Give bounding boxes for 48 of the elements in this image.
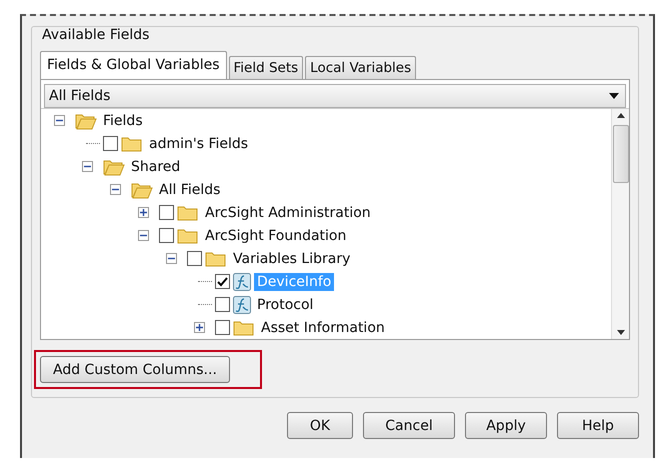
tree-item[interactable]: Asset Information xyxy=(258,318,388,336)
scrollbar[interactable] xyxy=(611,109,629,339)
group-title: Available Fields xyxy=(42,27,150,43)
tree-item[interactable]: All Fields xyxy=(156,180,224,198)
tree-checkbox[interactable] xyxy=(187,251,202,266)
function-icon xyxy=(233,296,251,314)
scrollbar-thumb[interactable] xyxy=(612,125,628,183)
tree-checkbox[interactable] xyxy=(215,274,230,289)
tree-item[interactable]: Shared xyxy=(128,158,184,176)
tree-checkbox[interactable] xyxy=(159,228,174,243)
tree-item[interactable]: Protocol xyxy=(254,296,316,314)
tree-item[interactable]: Fields xyxy=(100,112,146,130)
scroll-down-icon[interactable] xyxy=(616,330,624,335)
dialog-button[interactable]: OK xyxy=(287,412,353,439)
folder-icon xyxy=(177,204,199,222)
dialog-button[interactable]: Apply xyxy=(465,412,547,439)
tree-item[interactable]: ArcSight Administration xyxy=(202,204,374,222)
collapse-toggle-icon[interactable] xyxy=(138,230,149,241)
tab[interactable]: Fields & Global Variables xyxy=(40,51,227,80)
filter-dropdown[interactable]: All Fields xyxy=(44,84,626,108)
folder-icon xyxy=(205,250,227,268)
dropdown-arrow-icon xyxy=(609,93,619,99)
folder-icon xyxy=(121,134,143,152)
expand-toggle-icon[interactable] xyxy=(194,322,205,333)
folder-icon xyxy=(233,318,255,336)
tree-checkbox[interactable] xyxy=(159,205,174,220)
dialog-button[interactable]: Help xyxy=(557,412,639,439)
tree-checkbox[interactable] xyxy=(215,297,230,312)
open-folder-icon xyxy=(103,158,125,176)
tree-checkbox[interactable] xyxy=(215,320,230,335)
tree-item[interactable]: Variables Library xyxy=(230,250,354,268)
tree-item[interactable]: admin's Fields xyxy=(146,134,252,152)
scroll-up-icon[interactable] xyxy=(616,113,624,118)
open-folder-icon xyxy=(75,112,97,130)
function-icon xyxy=(233,272,251,290)
collapse-toggle-icon[interactable] xyxy=(54,115,65,126)
folder-icon xyxy=(177,226,199,244)
collapse-toggle-icon[interactable] xyxy=(110,184,121,195)
tab[interactable]: Local Variables xyxy=(305,56,416,80)
tree-item[interactable]: ArcSight Foundation xyxy=(202,226,350,244)
expand-toggle-icon[interactable] xyxy=(138,207,149,218)
tab[interactable]: Field Sets xyxy=(228,56,304,80)
collapse-toggle-icon[interactable] xyxy=(166,253,177,264)
open-folder-icon xyxy=(131,180,153,198)
add-custom-columns-button[interactable]: Add Custom Columns... xyxy=(40,356,230,383)
collapse-toggle-icon[interactable] xyxy=(82,161,93,172)
dialog-button[interactable]: Cancel xyxy=(363,412,455,439)
tree-checkbox[interactable] xyxy=(103,136,118,151)
